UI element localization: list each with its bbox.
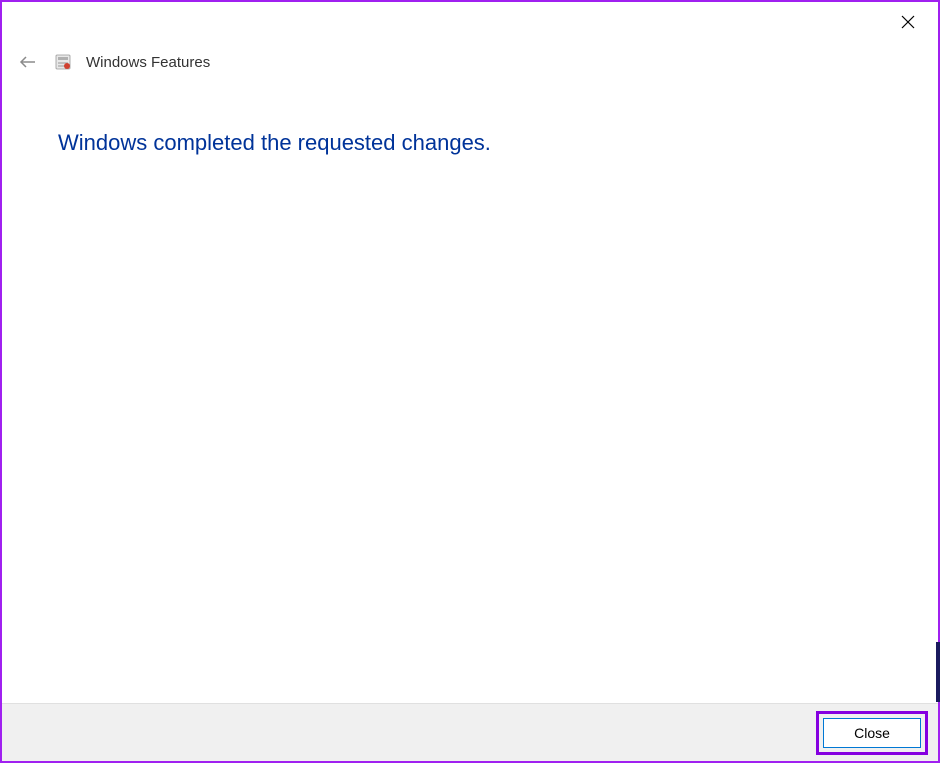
windows-features-icon <box>54 53 72 71</box>
back-button[interactable] <box>16 50 40 74</box>
dialog-footer: Close <box>2 703 938 761</box>
close-button-highlight: Close <box>816 711 928 755</box>
close-button[interactable]: Close <box>823 718 921 748</box>
scrollbar-indicator <box>936 642 940 702</box>
dialog-title: Windows Features <box>86 54 210 71</box>
back-arrow-icon <box>18 52 38 72</box>
dialog-header: Windows Features <box>16 50 210 74</box>
status-message: Windows completed the requested changes. <box>58 130 491 156</box>
close-icon <box>901 15 915 29</box>
window-close-button[interactable] <box>896 10 920 34</box>
dialog-window: Windows Features Windows completed the r… <box>0 0 940 763</box>
